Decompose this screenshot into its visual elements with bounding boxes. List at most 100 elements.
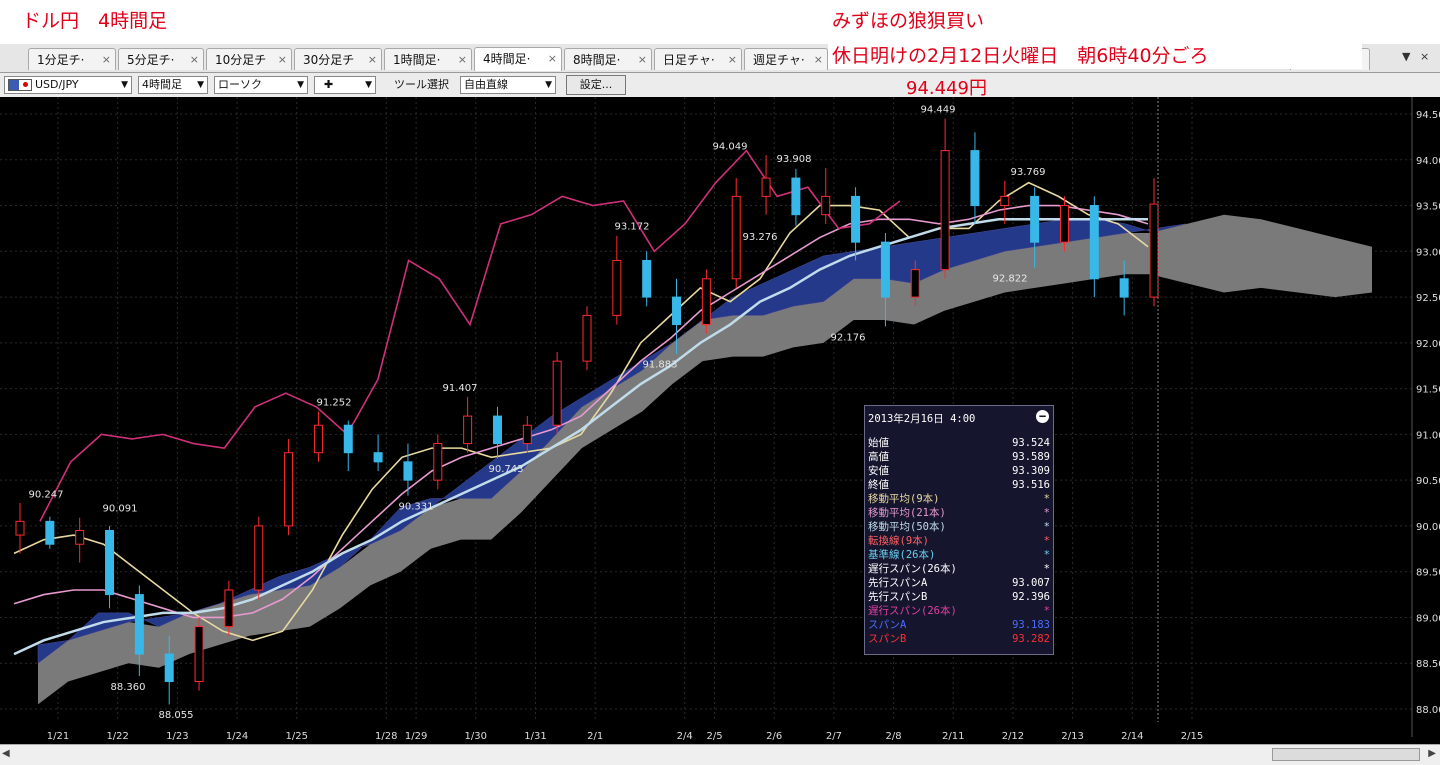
infobox-row-value: *	[1043, 535, 1050, 547]
infobox-row-value: *	[1043, 493, 1050, 505]
close-icon[interactable]: ×	[190, 49, 199, 70]
candle-body	[313, 424, 323, 454]
tab-label: 5分足チ·	[127, 53, 175, 67]
close-icon[interactable]: ×	[278, 49, 287, 70]
infobox-row-name: 移動平均(9本)	[868, 493, 940, 505]
infobox-row-name: 遅行スパン(26本)	[868, 563, 957, 575]
candle-body	[403, 461, 413, 481]
settings-button[interactable]: 設定...	[566, 75, 626, 95]
infobox-row-name: 先行スパンB	[868, 591, 928, 603]
candle-body	[880, 241, 890, 298]
price-label: 93.276	[743, 232, 778, 243]
tab-label: 週足チャ·	[753, 53, 805, 67]
candle-body	[224, 589, 234, 628]
tab-label: 4時間足·	[483, 52, 531, 66]
x-tick-label: 2/4	[677, 731, 693, 742]
annotation-date-note: 休日明けの2月12日火曜日 朝6時40分ごろ	[828, 40, 1362, 69]
y-tick-label: 93.00	[1416, 247, 1440, 258]
scroll-left-icon[interactable]: ◀	[2, 748, 10, 759]
infobox-row-value: 92.396	[1012, 591, 1050, 603]
horizontal-scrollbar[interactable]: ◀ ▶	[0, 744, 1440, 765]
chart-svg: 94.50 94.00 93.50 93.00 92.50 92.00 91.50 91.00…	[0, 97, 1440, 742]
infobox-row-value: 93.183	[1012, 619, 1050, 631]
candle-body	[15, 520, 25, 536]
price-label: 90.247	[29, 489, 64, 500]
infobox-row-name: 始値	[868, 437, 889, 449]
infobox-row: 始値 93.524	[868, 436, 1050, 450]
price-label: 90.331	[399, 502, 434, 513]
tab-list-icon[interactable]: ▼	[1402, 50, 1410, 63]
candle-body	[940, 150, 950, 271]
price-label: 92.176	[831, 333, 866, 344]
infobox-row: 移動平均(21本) *	[868, 506, 1050, 520]
close-icon[interactable]: ×	[102, 49, 111, 70]
candle-body	[373, 452, 383, 463]
infobox-row-value: *	[1043, 605, 1050, 617]
x-tick-label: 2/12	[1002, 731, 1024, 742]
y-tick-label: 92.00	[1416, 339, 1440, 350]
x-tick-label: 1/22	[106, 731, 128, 742]
infobox-row: 先行スパンA 93.007	[868, 576, 1050, 590]
close-icon[interactable]: ×	[458, 49, 467, 70]
close-icon[interactable]: ×	[728, 49, 737, 70]
close-icon[interactable]: ×	[368, 49, 377, 70]
y-tick-label: 89.50	[1416, 568, 1440, 579]
close-window-icon[interactable]: ×	[1420, 50, 1429, 63]
candle-body	[552, 360, 562, 426]
chart-style-select[interactable]: ローソク ▼	[214, 76, 308, 94]
candle-body	[910, 269, 920, 298]
collapse-icon[interactable]: −	[1036, 410, 1049, 423]
infobox-row-name: 移動平均(50本)	[868, 521, 946, 533]
chart-style-label: ローソク	[218, 78, 262, 91]
candle-body	[701, 278, 711, 326]
chevron-down-icon: ▼	[297, 80, 304, 90]
tab-5[interactable]: 1時間足· ×	[384, 48, 472, 70]
drawing-tool-select[interactable]: 自由直線 ▼	[460, 76, 556, 94]
tab-9[interactable]: 週足チャ· ×	[744, 48, 828, 70]
y-tick-label: 90.50	[1416, 476, 1440, 487]
y-tick-label: 89.00	[1416, 613, 1440, 624]
tab-3[interactable]: 10分足チ ×	[206, 48, 292, 70]
timeframe-label: 4時間足	[142, 78, 182, 91]
infobox-row: スパンB 93.282	[868, 632, 1050, 646]
infobox-row: 遅行スパン(26本) *	[868, 562, 1050, 576]
tab-label: 1分足チ·	[37, 53, 85, 67]
price-label: 91.883	[643, 360, 678, 371]
close-icon[interactable]: ×	[814, 49, 823, 70]
tab-6[interactable]: 4時間足· ×	[474, 47, 562, 71]
y-tick-label: 92.50	[1416, 293, 1440, 304]
candle-body	[492, 415, 502, 445]
infobox-row-name: 基準線(26本)	[868, 549, 936, 561]
candle-body	[851, 195, 861, 243]
infobox-row-value: *	[1043, 521, 1050, 533]
tab-label: 1時間足·	[393, 53, 441, 67]
price-chart[interactable]: 94.50 94.00 93.50 93.00 92.50 92.00 91.50 91.00…	[0, 97, 1440, 744]
candle-body	[254, 525, 264, 591]
x-tick-label: 1/29	[405, 731, 427, 742]
close-icon[interactable]: ×	[548, 48, 557, 70]
symbol-select[interactable]: USD/JPY ▼	[4, 76, 132, 94]
tab-7[interactable]: 8時間足· ×	[564, 48, 652, 70]
tab-4[interactable]: 30分足チ ×	[294, 48, 382, 70]
candle-body	[1089, 205, 1099, 280]
y-tick-label: 88.50	[1416, 659, 1440, 670]
price-label: 91.407	[443, 383, 478, 394]
flag-icon	[8, 79, 32, 91]
tab-2[interactable]: 5分足チ· ×	[118, 48, 204, 70]
tab-label: 30分足チ	[303, 53, 355, 67]
timeframe-select[interactable]: 4時間足 ▼	[138, 76, 208, 94]
scroll-thumb[interactable]	[1272, 748, 1420, 761]
price-label: 93.769	[1011, 167, 1046, 178]
tab-8[interactable]: 日足チャ· ×	[654, 48, 742, 70]
price-label: 91.252	[317, 397, 352, 408]
candle-body	[672, 296, 682, 326]
infobox-row-name: 終値	[868, 479, 889, 491]
cursor-select[interactable]: ✚ ▼	[314, 76, 376, 94]
candle-body	[731, 195, 741, 280]
close-icon[interactable]: ×	[638, 49, 647, 70]
price-label: 94.049	[713, 141, 748, 152]
candle-body	[284, 452, 294, 527]
infobox-row: 遅行スパン(26本) *	[868, 604, 1050, 618]
tab-1[interactable]: 1分足チ· ×	[28, 48, 116, 70]
scroll-right-icon[interactable]: ▶	[1428, 748, 1436, 759]
